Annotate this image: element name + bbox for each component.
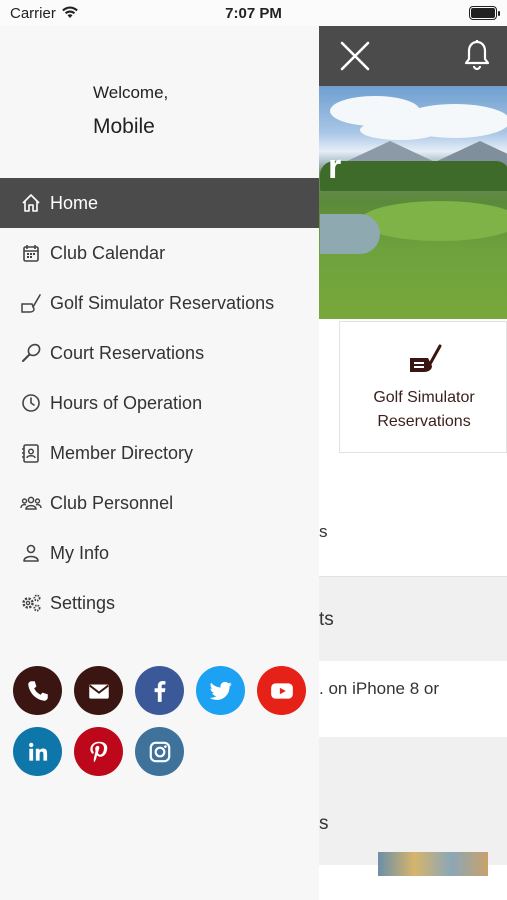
menu-item-member-directory[interactable]: Member Directory	[0, 428, 319, 478]
menu-item-label: Hours of Operation	[50, 392, 203, 413]
phone-icon[interactable]	[13, 666, 62, 715]
menu-item-label: Club Personnel	[50, 492, 174, 513]
menu-item-club-personnel[interactable]: Club Personnel	[0, 478, 319, 528]
section-header-peek: ts	[319, 609, 334, 630]
user-name: Mobile	[93, 115, 155, 138]
menu-item-label: Golf Simulator Reservations	[50, 292, 275, 313]
clock-time: 7:07 PM	[225, 5, 282, 22]
directory-icon	[20, 442, 42, 464]
card-peek-text: s	[319, 522, 328, 541]
youtube-icon[interactable]	[257, 666, 306, 715]
calendar-icon	[20, 242, 42, 264]
notice-row	[319, 661, 507, 737]
bell-icon[interactable]	[463, 39, 491, 71]
hero-overlay-text: r	[328, 148, 342, 186]
menu-item-home[interactable]: Home	[0, 178, 319, 228]
menu-item-court-reservations[interactable]: Court Reservations	[0, 328, 319, 378]
menu-item-label: Court Reservations	[50, 342, 205, 363]
menu-item-my-info[interactable]: My Info	[0, 528, 319, 578]
menu-item-label: Settings	[50, 592, 116, 613]
instagram-icon[interactable]	[135, 727, 184, 776]
thumbnail-image[interactable]	[378, 852, 488, 876]
side-drawer: Welcome, Mobile Home Club Calendar Golf …	[0, 26, 319, 900]
golf-simulator-tile[interactable]: Golf Simulator Reservations	[339, 321, 507, 453]
email-icon[interactable]	[74, 666, 123, 715]
people-icon	[20, 492, 42, 514]
menu-item-hours-of-operation[interactable]: Hours of Operation	[0, 378, 319, 428]
section-header-2	[319, 737, 507, 865]
menu-item-label: My Info	[50, 542, 110, 563]
content-card[interactable]	[319, 453, 507, 577]
golf-club-icon	[410, 344, 442, 372]
clock-icon	[20, 392, 42, 414]
menu-item-golf-simulator[interactable]: Golf Simulator Reservations	[0, 278, 319, 328]
golf-club-icon	[20, 292, 42, 314]
welcome-text: Welcome,	[93, 83, 169, 102]
menu-item-club-calendar[interactable]: Club Calendar	[0, 228, 319, 278]
section-header	[319, 577, 507, 661]
pinterest-icon[interactable]	[74, 727, 123, 776]
golf-simulator-tile-label: Golf Simulator Reservations	[373, 389, 475, 430]
linkedin-icon[interactable]	[13, 727, 62, 776]
battery-icon	[469, 6, 500, 20]
menu-item-label: Club Calendar	[50, 242, 166, 263]
menu-item-label: Member Directory	[50, 442, 194, 463]
notice-peek-text: . on iPhone 8 or	[319, 679, 440, 698]
menu-item-settings[interactable]: Settings	[0, 578, 319, 628]
close-icon[interactable]	[339, 40, 371, 72]
person-icon	[20, 542, 42, 564]
drawer-menu: Home Club Calendar Golf Simulator Reserv…	[0, 178, 319, 628]
menu-item-label: Home	[50, 192, 99, 213]
twitter-icon[interactable]	[196, 666, 245, 715]
section-header-2-peek: s	[319, 813, 329, 834]
gear-icon	[20, 592, 42, 614]
racquet-icon	[20, 342, 42, 364]
facebook-icon[interactable]	[135, 666, 184, 715]
status-bar: Carrier 7:07 PM	[0, 0, 507, 26]
home-icon	[20, 192, 42, 214]
